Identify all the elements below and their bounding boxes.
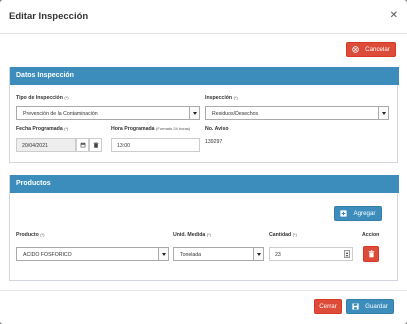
guardar-label: Guardar [365,303,388,310]
trash-icon [368,250,375,258]
cancel-top-button[interactable]: Cancelar [346,42,396,57]
tipo-required-hint: (*) [64,95,69,100]
hora-input[interactable]: 13:00 [111,138,200,152]
accion-col-label: Accion [362,232,380,238]
fecha-label-text: Fecha Programada [16,126,63,132]
cancel-top-label: Cancelar [365,46,390,53]
modal-title: Editar Inspección [9,11,89,22]
fecha-value: 20/04/2021 [22,143,48,149]
hora-format-hint: (Formato 24 horas) [156,126,191,131]
tipo-select-value: Prevención de la Contaminación [23,111,98,117]
cantidad-input[interactable]: 23 [269,247,353,261]
chevron-down-icon [253,248,263,260]
aviso-value: 139297 [205,139,223,145]
tipo-label: Tipo de Inspección (*) [16,95,69,101]
inspeccion-select[interactable]: Residuos/Desechos [205,106,389,120]
fecha-label: Fecha Programada (*) [16,126,68,132]
productos-panel-header: Productos [10,175,399,193]
cerrar-button[interactable]: Cerrar [314,299,342,314]
calendar-icon[interactable] [76,138,89,152]
hora-label: Hora Programada (Formato 24 horas) [111,126,190,132]
hora-value: 13:00 [117,143,130,149]
productos-panel: Productos [9,175,399,281]
delete-row-button[interactable] [363,246,379,262]
circle-x-icon [352,46,359,53]
cantidad-col-label: Cantidad (*) [269,232,297,238]
inspeccion-label: Inspección (*) [205,95,238,101]
tipo-select[interactable]: Prevención de la Contaminación [16,106,200,120]
fecha-input[interactable]: 20/04/2021 [16,138,76,152]
aviso-label: No. Aviso [205,126,229,132]
inspeccion-select-value: Residuos/Desechos [212,111,259,117]
fecha-required-hint: (*) [64,126,69,131]
hora-label-text: Hora Programada [111,126,155,132]
inspeccion-label-text: Inspección [205,95,233,101]
cantidad-col-text: Cantidad [269,232,292,238]
close-icon[interactable]: ✕ [390,10,398,21]
producto-col-text: Producto [16,232,39,238]
modal-header: Editar Inspección ✕ [0,0,407,34]
floppy-disk-icon [352,303,359,310]
producto-required-hint: (*) [40,232,45,237]
inspeccion-required-hint: (*) [233,95,238,100]
unidad-col-label: Unid. Medida (*) [173,232,211,238]
unidad-col-text: Unid. Medida [173,232,206,238]
chevron-down-icon [189,107,199,119]
number-spinner[interactable] [344,250,350,258]
chevron-down-icon [378,107,388,119]
unidad-required-hint: (*) [206,232,211,237]
cerrar-label: Cerrar [319,303,337,310]
plus-square-icon [340,210,348,217]
producto-col-label: Producto (*) [16,232,44,238]
add-product-button[interactable]: Agregar [334,206,382,221]
chevron-down-icon [158,248,168,260]
unidad-value: Tonelada [180,252,202,258]
producto-value: ACIDO FOSFORICO [23,252,72,258]
tipo-label-text: Tipo de Inspección [16,95,63,101]
producto-select[interactable]: ACIDO FOSFORICO [16,247,169,261]
edit-inspection-modal: Editar Inspección ✕ Cancelar Datos Inspe… [0,0,407,324]
trash-clear-icon[interactable] [89,138,102,152]
unidad-select[interactable]: Tonelada [173,247,264,261]
cantidad-value: 23 [275,252,281,258]
cantidad-required-hint: (*) [292,232,297,237]
add-product-label: Agregar [353,210,376,217]
datos-panel-header: Datos Inspección [10,67,399,85]
guardar-button[interactable]: Guardar [346,299,394,314]
